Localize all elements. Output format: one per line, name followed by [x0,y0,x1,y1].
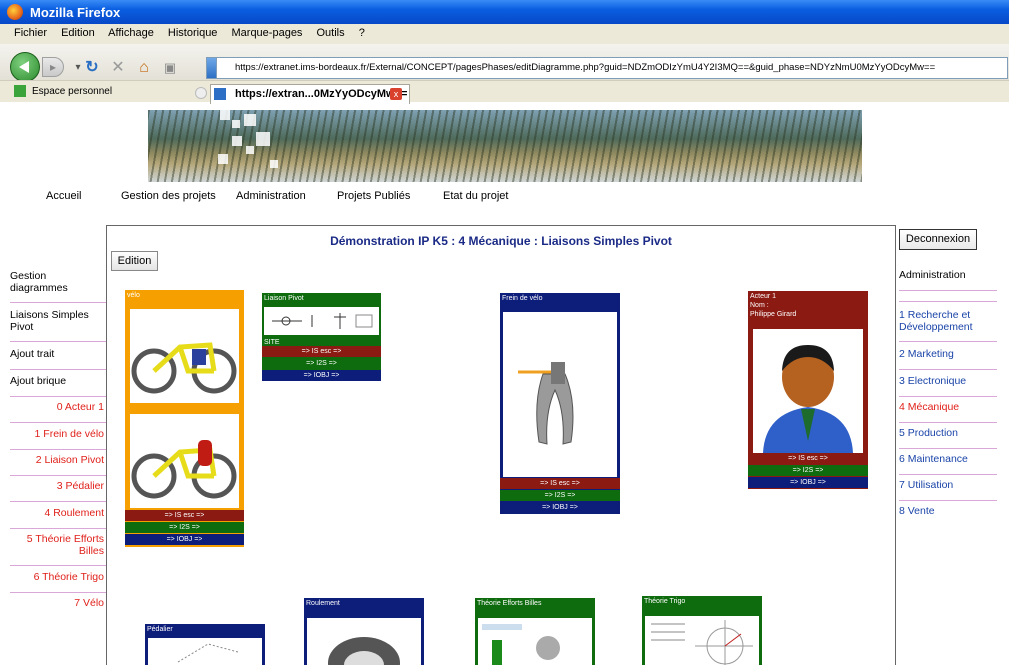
menu-marque-pages[interactable]: Marque-pages [232,27,303,39]
card-theorie-trigo[interactable]: Théorie Trigo [642,596,762,665]
card-acteur-name: Philippe Girard [750,311,797,318]
card-acteur-i2s-bar[interactable]: => I2S => [748,465,868,476]
bike-image-red [130,414,239,508]
phase-maintenance[interactable]: 6 Maintenance [899,453,997,475]
firefox-logo-icon [7,4,23,20]
card-velo-is-bar[interactable]: => IS esc => [125,510,244,521]
card-pivot-title: Liaison Pivot [264,295,304,302]
phase-vente[interactable]: 8 Vente [899,505,997,527]
brick-pedalier[interactable]: 3 Pédalier [10,480,106,502]
stop-icon[interactable]: ✕ [108,58,128,78]
card-frein-i2s-bar[interactable]: => I2S => [500,490,620,501]
card-efforts-title: Théorie Efforts Billes [477,600,542,607]
card-frein-is-bar[interactable]: => IS esc => [500,478,620,489]
bookmarks-toolbar [0,80,1009,102]
card-trigo-title: Théorie Trigo [644,598,686,605]
forward-button[interactable]: ▸ [42,57,64,77]
sidebar-divider [899,296,997,302]
sidebar-ajout-brique[interactable]: Ajout brique [10,375,106,397]
menu-edition[interactable]: Edition [61,27,95,39]
card-pivot-iobj-bar[interactable]: => IOBJ => [262,370,381,381]
brick-acteur-1[interactable]: 0 Acteur 1 [10,401,106,423]
card-pedalier-title: Pédalier [147,626,173,633]
phase-electronique[interactable]: 3 Electronique [899,375,997,397]
brick-velo[interactable]: 7 Vélo [10,597,106,619]
efforts-diagram-image [478,618,592,665]
bike-image [130,309,239,403]
menu-help[interactable]: ? [359,27,365,39]
brick-theorie-trigo[interactable]: 6 Théorie Trigo [10,571,106,593]
tab-scroll-icon[interactable] [195,87,207,99]
brake-image [503,312,617,477]
card-roulement[interactable]: Roulement [304,598,424,665]
brick-liaison-pivot[interactable]: 2 Liaison Pivot [10,454,106,476]
nav-gestion-projets[interactable]: Gestion des projets [121,190,216,202]
nav-projets-publies[interactable]: Projets Publiés [337,190,410,202]
menu-bar: Fichier Edition Affichage Historique Mar… [0,24,1009,44]
phase-production[interactable]: 5 Production [899,427,997,449]
menu-affichage[interactable]: Affichage [108,27,154,39]
home-icon[interactable]: ⌂ [134,58,154,78]
espace-personnel-icon [14,85,26,97]
window-title: Mozilla Firefox [30,5,121,20]
card-roulement-title: Roulement [306,600,340,607]
card-acteur-is-bar[interactable]: => IS esc => [748,453,868,464]
sidebar-gestion-diagrammes[interactable]: Gestion diagrammes [10,270,106,303]
reload-icon[interactable]: ↻ [82,58,102,78]
nav-administration[interactable]: Administration [236,190,306,202]
phase-utilisation[interactable]: 7 Utilisation [899,479,997,501]
card-velo-title: vélo [127,292,140,299]
card-liaison-pivot[interactable]: Liaison Pivot SITE => IS esc => => I2S =… [262,293,381,381]
card-frein-title: Frein de vélo [502,295,543,302]
menu-outils[interactable]: Outils [317,27,345,39]
brick-roulement[interactable]: 4 Roulement [10,507,106,529]
card-acteur-1[interactable]: Acteur 1 Nom : Philippe Girard => IS esc… [748,291,868,489]
card-velo-i2s-bar[interactable]: => I2S => [125,522,244,533]
brick-frein-velo[interactable]: 1 Frein de vélo [10,428,106,450]
roulement-image [307,618,421,665]
phase-marketing[interactable]: 2 Marketing [899,348,997,370]
card-pivot-i2s-bar[interactable]: => I2S => [262,358,381,369]
page-title: Démonstration IP K5 : 4 Mécanique : Liai… [330,234,672,248]
menu-historique[interactable]: Historique [168,27,218,39]
card-velo[interactable]: vélo => IS esc => => I2S => => IOBJ => [125,290,244,547]
pivot-diagram-image [264,307,379,335]
sidebar-liaisons-simples-pivot[interactable]: Liaisons Simples Pivot [10,309,106,342]
edition-button[interactable]: Edition [111,251,158,271]
bookmark-espace-personnel[interactable]: Espace personnel [32,86,112,97]
card-acteur-iobj-bar[interactable]: => IOBJ => [748,477,868,488]
trigo-diagram-image [645,616,759,665]
url-text: https://extranet.ims-bordeaux.fr/Externa… [235,62,936,73]
tab-favicon-icon [214,88,226,100]
nav-accueil[interactable]: Accueil [46,190,81,202]
card-velo-iobj-bar[interactable]: => IOBJ => [125,534,244,545]
nav-etat-projet[interactable]: Etat du projet [443,190,508,202]
menu-fichier[interactable]: Fichier [14,27,47,39]
card-frein-velo[interactable]: Frein de vélo => IS esc => => I2S => => … [500,293,620,514]
browser-tab[interactable]: https://extran...0MzYyODcyMw== [210,84,410,104]
phase-mecanique[interactable]: 4 Mécanique [899,401,997,423]
window-titlebar: Mozilla Firefox [0,0,1009,24]
card-pedalier[interactable]: Pédalier [145,624,265,665]
site-banner-image [148,110,862,182]
card-theorie-efforts-billes[interactable]: Théorie Efforts Billes [475,598,595,665]
url-bar[interactable]: https://extranet.ims-bordeaux.fr/Externa… [216,57,1008,79]
card-pivot-is-bar[interactable]: => IS esc => [262,346,381,357]
tab-close-icon[interactable]: x [390,88,402,100]
pedalier-image [148,638,262,665]
brick-theorie-efforts-billes[interactable]: 5 Théorie Efforts Billes [10,533,106,566]
deconnexion-button[interactable]: Deconnexion [899,229,977,250]
sidebar-ajout-trait[interactable]: Ajout trait [10,348,106,370]
bookmark-icon[interactable]: ▣ [160,58,180,78]
card-frein-iobj-bar[interactable]: => IOBJ => [500,502,620,513]
back-button[interactable] [10,52,40,82]
sidebar-administration[interactable]: Administration [899,269,997,291]
person-avatar-icon [753,329,863,453]
phase-recherche-developpement[interactable]: 1 Recherche et Développement [899,309,997,342]
tab-label: https://extran...0MzYyODcyMw== [235,88,408,100]
